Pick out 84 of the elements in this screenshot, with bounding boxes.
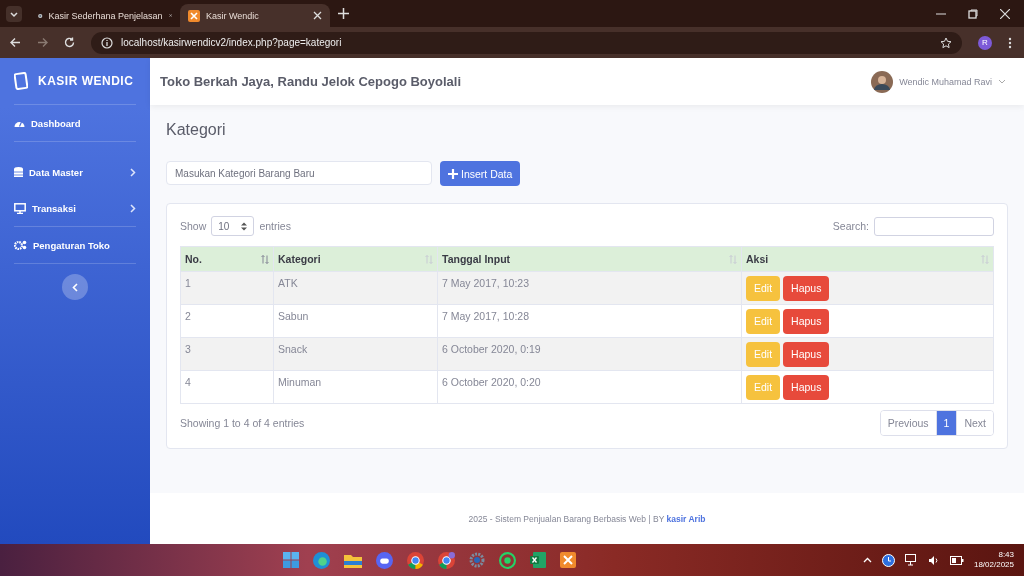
clock-time[interactable]: 8:43 bbox=[998, 549, 1014, 560]
pagination-button[interactable]: 1 bbox=[935, 411, 957, 435]
close-icon[interactable] bbox=[313, 11, 322, 20]
tablet-icon bbox=[14, 72, 28, 90]
length-select[interactable]: 10 bbox=[211, 216, 255, 236]
avatar-icon bbox=[871, 70, 894, 93]
page-title: Kategori bbox=[166, 121, 227, 139]
chevron-icon bbox=[130, 203, 136, 213]
pagination-button[interactable]: Next bbox=[956, 411, 993, 435]
clock-icon[interactable] bbox=[881, 553, 895, 567]
chevron-left-icon bbox=[72, 282, 78, 292]
plus-icon bbox=[448, 168, 458, 179]
table-cell: 2 bbox=[185, 310, 191, 322]
search-field[interactable] bbox=[874, 216, 994, 236]
length-label: entries bbox=[259, 220, 291, 232]
close-icon[interactable] bbox=[1000, 8, 1010, 19]
back-icon[interactable] bbox=[10, 37, 21, 48]
database-icon bbox=[14, 166, 23, 178]
speaker-icon[interactable] bbox=[927, 554, 940, 566]
column-header[interactable]: Aksi bbox=[741, 246, 994, 272]
nav-item[interactable]: Dashboard bbox=[14, 105, 136, 141]
footer-text: 2025 - Sistem Penjualan Barang Berbasis Web | BY kasir Arib bbox=[468, 513, 706, 524]
table-info: Showing 1 to 4 of 4 entries bbox=[180, 417, 305, 429]
table-cell: ATK bbox=[278, 277, 298, 289]
network-icon[interactable] bbox=[904, 554, 918, 566]
star-icon[interactable] bbox=[940, 36, 952, 49]
nav-item[interactable]: Data Master bbox=[14, 154, 136, 190]
reload-icon[interactable] bbox=[64, 37, 75, 48]
sort-icon bbox=[425, 254, 433, 264]
chrome-icon[interactable] bbox=[407, 551, 424, 569]
brand-name: KASIR WENDIC bbox=[38, 74, 134, 88]
battery-icon[interactable] bbox=[949, 555, 964, 565]
table-cell: 7 May 2017, 10:28 bbox=[442, 310, 529, 322]
sort-icon bbox=[729, 254, 737, 264]
forward-icon[interactable] bbox=[37, 37, 48, 48]
user-menu[interactable]: Wendic Muhamad Ravi bbox=[871, 70, 1006, 93]
menu-icon[interactable] bbox=[1008, 36, 1012, 49]
folder-icon[interactable] bbox=[344, 552, 362, 568]
insert-button[interactable]: Insert Data bbox=[440, 161, 521, 186]
stepper-icon bbox=[241, 221, 248, 231]
browser-tab[interactable]: Kasir Wendic bbox=[180, 4, 330, 27]
restore-icon[interactable] bbox=[968, 8, 978, 19]
table-cell: Snack bbox=[278, 343, 308, 355]
delete-button[interactable]: Hapus bbox=[783, 374, 830, 400]
delete-button[interactable]: Hapus bbox=[783, 308, 830, 334]
tab-list-button[interactable] bbox=[6, 5, 22, 22]
info-icon bbox=[101, 36, 113, 49]
table-cell: 3 bbox=[185, 343, 191, 355]
collapse-button[interactable] bbox=[62, 274, 88, 300]
table-cell: 6 October 2020, 0:20 bbox=[442, 376, 541, 388]
delete-button[interactable]: Hapus bbox=[783, 275, 830, 301]
chevron-up-icon[interactable] bbox=[862, 557, 872, 563]
footer-link[interactable]: kasir Arib bbox=[666, 513, 706, 524]
profile-avatar[interactable]: R bbox=[978, 35, 992, 50]
table-cell: 4 bbox=[185, 376, 191, 388]
table-cell: 6 October 2020, 0:19 bbox=[442, 343, 541, 355]
chat-icon[interactable] bbox=[376, 551, 393, 569]
delete-button[interactable]: Hapus bbox=[783, 341, 830, 367]
table-cell: Sabun bbox=[278, 310, 309, 322]
chevron-icon bbox=[130, 167, 136, 177]
column-header[interactable]: Tanggal Input bbox=[437, 246, 742, 272]
sort-icon bbox=[261, 254, 269, 264]
gears-icon bbox=[14, 240, 27, 250]
address-bar[interactable]: localhost/kasirwendicv2/index.php?page=kategori bbox=[91, 31, 962, 54]
nav-item[interactable]: Transaksi bbox=[14, 190, 136, 226]
chrome-icon[interactable] bbox=[438, 551, 455, 569]
column-header[interactable]: Kategori bbox=[273, 246, 438, 272]
table-cell: 1 bbox=[185, 277, 191, 289]
spreadsheet-icon[interactable] bbox=[530, 552, 546, 568]
length-label: Show bbox=[180, 220, 207, 232]
new-tab-icon[interactable] bbox=[338, 8, 349, 19]
browser-tab[interactable]: Kasir Sederhana Penjelasan bbox=[30, 4, 180, 27]
chevron-down-icon bbox=[998, 79, 1006, 84]
monitor-icon bbox=[14, 202, 26, 214]
table-cell: 7 May 2017, 10:23 bbox=[442, 277, 529, 289]
search-label: Search: bbox=[832, 220, 869, 232]
start-icon[interactable] bbox=[283, 552, 299, 568]
sort-icon bbox=[981, 254, 989, 264]
clock-date[interactable]: 18/02/2025 bbox=[973, 560, 1014, 571]
store-name: Toko Berkah Jaya, Randu Jelok Cepogo Boyolali bbox=[160, 74, 461, 89]
nav-item[interactable]: Pengaturan Toko bbox=[14, 227, 136, 263]
column-header[interactable]: No. bbox=[180, 246, 274, 272]
table-cell: Minuman bbox=[278, 376, 322, 388]
category-input[interactable]: Masukan Kategori Barang Baru bbox=[166, 161, 432, 185]
